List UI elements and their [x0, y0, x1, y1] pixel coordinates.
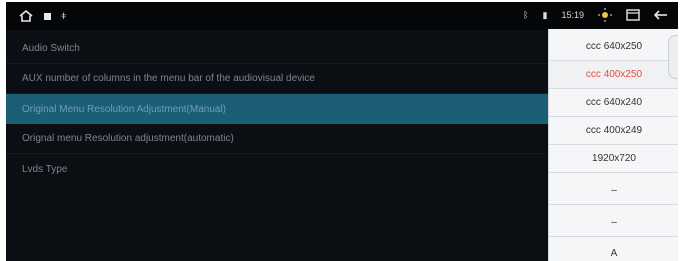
bluetooth-icon: ᛒ: [523, 10, 529, 20]
dot-icon: ǂ: [61, 11, 67, 21]
resolution-option[interactable]: 1920x720: [549, 145, 678, 173]
dropdown-scroll-handle[interactable]: [668, 35, 678, 79]
resolution-option[interactable]: –: [549, 177, 678, 205]
menu-item-audio-switch[interactable]: Audio Switch: [6, 34, 554, 64]
resolution-option[interactable]: ccc 640x240: [549, 89, 678, 117]
settings-list: Audio Switch AUX number of columns in th…: [6, 32, 554, 261]
menu-item-label: Lvds Type: [22, 163, 68, 175]
resolution-option[interactable]: ccc 640x250: [549, 33, 678, 61]
menu-item-aux-columns[interactable]: AUX number of columns in the menu bar of…: [6, 64, 554, 94]
signal-icon: ▮: [542, 9, 548, 20]
brightness-icon[interactable]: [598, 8, 612, 22]
home-icon[interactable]: [18, 8, 34, 24]
menu-item-label: Audio Switch: [22, 43, 80, 54]
resolution-option-selected[interactable]: ccc 400x250: [549, 61, 678, 89]
window-icon[interactable]: [626, 9, 640, 21]
option-label: A: [610, 247, 618, 259]
option-label: –: [611, 185, 617, 196]
square-icon: [44, 12, 51, 20]
menu-item-auto-resolution[interactable]: Orignal menu Resolution adjustment(autom…: [6, 124, 554, 154]
menu-item-label: Original Menu Resolution Adjustment(Manu…: [22, 103, 226, 115]
menu-item-label: Orignal menu Resolution adjustment(autom…: [22, 133, 234, 144]
clock-text: 15:19: [561, 10, 584, 20]
option-label: ccc 400x249: [585, 125, 643, 136]
option-label: ccc 640x240: [585, 97, 643, 108]
resolution-option[interactable]: A: [549, 239, 678, 261]
menu-item-label: AUX number of columns in the menu bar of…: [22, 73, 315, 84]
back-icon[interactable]: [654, 9, 668, 21]
resolution-option[interactable]: –: [549, 209, 678, 237]
status-bar-right: ᛒ ▮ 15:19: [523, 8, 668, 22]
screen: ǂ ᛒ ▮ 15:19 Audio Switch AUX number of c…: [6, 2, 678, 261]
option-label: –: [611, 217, 617, 228]
resolution-dropdown: ccc 640x250 ccc 400x250 ccc 640x240 ccc …: [548, 29, 678, 261]
option-label: ccc 400x250: [585, 69, 643, 80]
option-label: ccc 640x250: [585, 41, 643, 52]
menu-item-manual-resolution[interactable]: Original Menu Resolution Adjustment(Manu…: [6, 94, 554, 124]
status-bar-left: ǂ: [18, 8, 66, 24]
resolution-option[interactable]: ccc 400x249: [549, 117, 678, 145]
status-bar: ǂ ᛒ ▮ 15:19: [6, 2, 678, 30]
menu-item-lvds-type[interactable]: Lvds Type: [6, 154, 554, 184]
option-label: 1920x720: [592, 153, 636, 164]
